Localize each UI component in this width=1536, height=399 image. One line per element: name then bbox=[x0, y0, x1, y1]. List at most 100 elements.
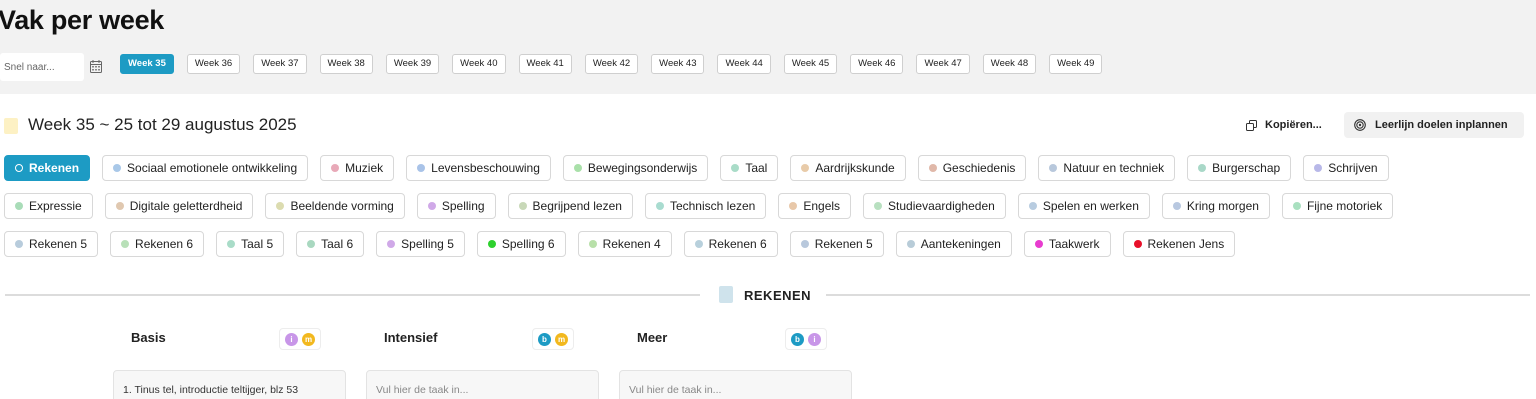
subject-color-dot bbox=[1133, 240, 1142, 248]
subject-color-dot bbox=[387, 240, 396, 248]
subject-color-dot bbox=[800, 240, 809, 248]
subject-color-dot bbox=[417, 164, 426, 172]
week-tab[interactable]: Week 45 bbox=[783, 54, 838, 74]
week-tab[interactable]: Week 46 bbox=[850, 54, 904, 74]
subject-chip[interactable]: Taal bbox=[720, 155, 779, 181]
week-tab[interactable]: Week 39 bbox=[385, 54, 440, 74]
quick-jump-input[interactable] bbox=[0, 53, 84, 81]
week-tab[interactable]: Week 37 bbox=[253, 54, 307, 74]
subject-label: Engels bbox=[803, 199, 841, 213]
target-icon bbox=[1354, 119, 1366, 131]
week-heading: Week 35 ~ 25 tot 29 augustus 2025 bbox=[28, 115, 297, 134]
subject-chip[interactable]: Geschiedenis bbox=[917, 155, 1027, 181]
subject-color-dot bbox=[276, 202, 285, 210]
subject-chip[interactable]: Spelling 5 bbox=[376, 231, 465, 257]
subject-label: Taal 5 bbox=[241, 237, 274, 251]
level-badge: i bbox=[808, 332, 821, 346]
subject-label: Spelling bbox=[441, 199, 485, 213]
subject-chip[interactable]: Taal 5 bbox=[216, 231, 285, 257]
week-tab[interactable]: Week 41 bbox=[518, 54, 572, 74]
week-tab[interactable]: Week 36 bbox=[186, 54, 241, 74]
subject-color-dot bbox=[1314, 164, 1323, 172]
level-badges: b i bbox=[785, 328, 827, 350]
top-bar: Vak per week Week 35 Week 36 Week 37 Wee… bbox=[0, 0, 1536, 94]
subject-chip[interactable]: Sociaal emotionele ontwikkeling bbox=[102, 155, 309, 181]
subject-label: Spelling 5 bbox=[401, 237, 454, 251]
subject-color-dot bbox=[15, 240, 23, 248]
subject-color-dot bbox=[874, 202, 883, 210]
week-tab[interactable]: Week 42 bbox=[584, 54, 639, 74]
subject-chip[interactable]: Rekenen 4 bbox=[577, 231, 672, 257]
subject-chip[interactable]: Rekenen 6 bbox=[683, 231, 778, 257]
week-tab[interactable]: Week 35 bbox=[120, 54, 174, 74]
subject-color-dot bbox=[1049, 164, 1058, 172]
subject-chip[interactable]: Fijne motoriek bbox=[1281, 193, 1394, 219]
level-badge: i bbox=[285, 332, 298, 346]
subject-chip[interactable]: Beeldende vorming bbox=[265, 193, 405, 219]
subject-chip[interactable]: Expressie bbox=[4, 193, 93, 219]
subject-chip[interactable]: Bewegingsonderwijs bbox=[562, 155, 709, 181]
subject-color-dot bbox=[15, 202, 23, 210]
subject-label: Aantekeningen bbox=[920, 237, 1001, 251]
subject-label: Rekenen bbox=[29, 161, 80, 175]
subject-label: Rekenen 5 bbox=[814, 237, 873, 251]
subject-label: Taal bbox=[745, 161, 768, 175]
subject-label: Taal 6 bbox=[321, 237, 354, 251]
subject-chip[interactable]: Schrijven bbox=[1303, 155, 1389, 181]
subject-chip[interactable]: Aardrijkskunde bbox=[790, 155, 906, 181]
subject-chip[interactable]: Digitale geletterdheid bbox=[104, 193, 254, 219]
subject-color-dot bbox=[307, 240, 316, 248]
subject-chip[interactable]: Technisch lezen bbox=[644, 193, 767, 219]
subject-chip[interactable]: Levensbeschouwing bbox=[406, 155, 551, 181]
subject-chip[interactable]: Burgerschap bbox=[1187, 155, 1292, 181]
task-input-meer[interactable] bbox=[619, 370, 852, 399]
subject-label: Schrijven bbox=[1328, 161, 1378, 175]
subject-label: Taakwerk bbox=[1048, 237, 1100, 251]
subject-chip[interactable]: Spelling bbox=[416, 193, 496, 219]
subject-chip[interactable]: Kring morgen bbox=[1161, 193, 1270, 219]
week-tab[interactable]: Week 47 bbox=[916, 54, 970, 74]
subject-chip[interactable]: Spelen en werken bbox=[1017, 193, 1150, 219]
page-title: Vak per week bbox=[0, 5, 165, 35]
week-tab[interactable]: Week 48 bbox=[982, 54, 1037, 74]
section-title: REKENEN bbox=[744, 288, 812, 303]
subject-color-dot bbox=[227, 240, 236, 248]
subject-color-dot bbox=[789, 202, 798, 210]
subject-chip[interactable]: Rekenen 5 bbox=[4, 231, 99, 257]
level-badge: b bbox=[538, 332, 551, 346]
subject-chip[interactable]: Taakwerk bbox=[1023, 231, 1111, 257]
subject-chip[interactable]: Muziek bbox=[320, 155, 395, 181]
week-tab[interactable]: Week 38 bbox=[319, 54, 373, 74]
task-input-intensief[interactable] bbox=[366, 370, 599, 399]
subject-label: Spelling 6 bbox=[501, 237, 555, 251]
subject-label: Studievaardigheden bbox=[888, 199, 995, 213]
subject-chip[interactable]: Rekenen bbox=[4, 155, 91, 181]
subject-label: Expressie bbox=[29, 199, 82, 213]
subject-label: Aardrijkskunde bbox=[815, 161, 895, 175]
subject-chip[interactable]: Engels bbox=[778, 193, 852, 219]
subject-color-dot bbox=[1292, 202, 1301, 210]
subject-label: Spelen en werken bbox=[1042, 199, 1139, 213]
week-tab[interactable]: Week 44 bbox=[717, 54, 771, 74]
copy-button[interactable]: Kopiëren... bbox=[1238, 112, 1330, 138]
subject-label: Rekenen 5 bbox=[29, 237, 88, 251]
subject-color-dot bbox=[15, 164, 23, 172]
subject-chip[interactable]: Studievaardigheden bbox=[863, 193, 1006, 219]
subject-color-dot bbox=[1034, 240, 1043, 248]
week-tab[interactable]: Week 40 bbox=[452, 54, 506, 74]
subject-chip[interactable]: Spelling 6 bbox=[476, 231, 566, 257]
subject-chip[interactable]: Taal 6 bbox=[296, 231, 365, 257]
week-tab[interactable]: Week 49 bbox=[1049, 54, 1103, 74]
copy-label: Kopiëren... bbox=[1265, 119, 1322, 131]
calendar-icon[interactable] bbox=[90, 60, 102, 73]
subject-chip[interactable]: Rekenen Jens bbox=[1122, 231, 1236, 257]
subject-chip[interactable]: Aantekeningen bbox=[895, 231, 1012, 257]
subject-color-dot bbox=[115, 202, 124, 210]
plan-goals-button[interactable]: Leerlijn doelen inplannen bbox=[1344, 112, 1524, 138]
subject-chip[interactable]: Begrijpend lezen bbox=[507, 193, 633, 219]
subject-chip[interactable]: Rekenen 5 bbox=[789, 231, 884, 257]
week-tab[interactable]: Week 43 bbox=[651, 54, 705, 74]
subject-chip[interactable]: Rekenen 6 bbox=[110, 231, 205, 257]
task-input-basis[interactable] bbox=[113, 370, 346, 399]
subject-chip[interactable]: Natuur en techniek bbox=[1038, 155, 1176, 181]
